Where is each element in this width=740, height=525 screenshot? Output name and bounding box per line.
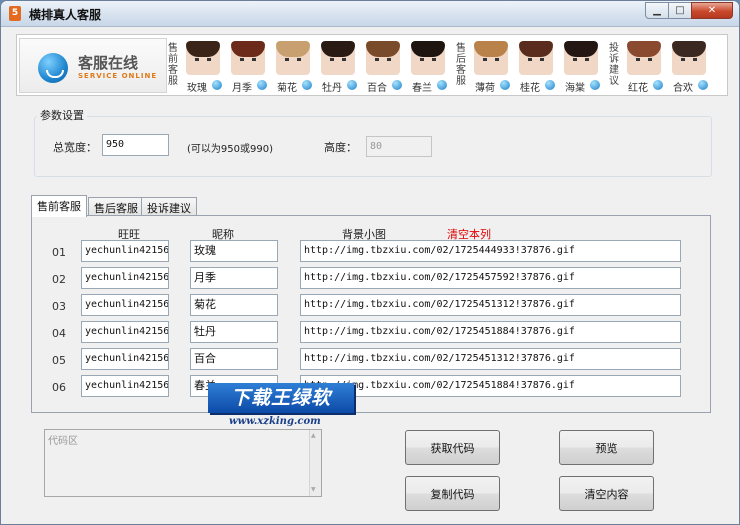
banner-group-label: 投诉建议 [609,43,619,87]
online-status-icon [653,80,663,90]
get-code-button[interactable]: 获取代码 [405,430,500,465]
nickname-input[interactable]: 牡丹 [190,321,278,343]
width-hint: (可以为950或990) [187,144,273,155]
row-number: 02 [52,273,66,286]
nickname-input[interactable]: 玫瑰 [190,240,278,262]
row-number: 01 [52,246,66,259]
online-status-icon [545,80,555,90]
banner-agent[interactable]: 菊花 [273,41,313,94]
watermark-logo: 下载王绿软 [208,383,354,413]
bg-image-url-input[interactable]: http://img.tbzxiu.com/02/1725451312!3787… [300,348,681,370]
row-number: 06 [52,381,66,394]
agent-avatar [672,41,706,75]
wangwang-input[interactable]: yechunlin421566 [81,267,169,289]
total-width-input[interactable]: 950 [102,134,169,156]
bg-image-url-input[interactable]: http://img.tbzxiu.com/02/1725444933!3787… [300,240,681,262]
total-width-label: 总宽度： [53,141,97,154]
row-number: 04 [52,327,66,340]
banner-agent[interactable]: 薄荷 [471,41,511,94]
height-label: 高度： [324,141,357,154]
logo-subtitle: SERVICE ONLINE [78,72,158,80]
preview-button[interactable]: 预览 [559,430,654,465]
title-bar[interactable]: 5 横排真人客服 ▁ □ ✕ [1,1,739,27]
html5-app-icon: 5 [9,6,21,21]
scroll-down-arrow-icon[interactable]: ▼ [311,486,316,493]
window-title: 横排真人客服 [29,8,102,22]
banner-agent[interactable]: 百合 [363,41,403,94]
copy-code-button[interactable]: 复制代码 [405,476,500,511]
wangwang-input[interactable]: yechunlin421566 [81,294,169,316]
main-window: 5 横排真人客服 ▁ □ ✕ 客服在线 SERVICE ONLINE 售前客服玫… [0,0,740,525]
service-banner-preview: 客服在线 SERVICE ONLINE 售前客服 玫瑰 月季 菊花 牡丹 百合 春兰 售后客服… [16,34,728,96]
row-number: 05 [52,354,66,367]
wangwang-input[interactable]: yechunlin421566 [81,348,169,370]
code-textarea[interactable]: 代码区 ▲ ▼ [44,429,322,497]
online-status-icon [392,80,402,90]
bg-image-url-input[interactable]: http://img.tbzxiu.com/02/1725457592!3787… [300,267,681,289]
close-button[interactable]: ✕ [691,2,733,19]
agent-avatar [186,41,220,75]
wangwang-input[interactable]: yechunlin421566 [81,321,169,343]
code-area-placeholder: 代码区 [48,436,78,447]
banner-agent[interactable]: 玫瑰 [183,41,223,94]
agent-avatar [564,41,598,75]
minimize-button[interactable]: ▁ [645,2,669,19]
banner-agent[interactable]: 桂花 [516,41,556,94]
service-online-logo: 客服在线 SERVICE ONLINE [19,38,167,93]
banner-agent[interactable]: 海棠 [561,41,601,94]
agent-avatar [627,41,661,75]
wangwang-input[interactable]: yechunlin421566 [81,375,169,397]
banner-agent[interactable]: 合欢 [669,41,709,94]
bg-image-url-input[interactable]: http://img.tbzxiu.com/02/1725451884!3787… [300,321,681,343]
nickname-input[interactable]: 菊花 [190,294,278,316]
height-input: 80 [366,136,432,157]
agent-avatar [474,41,508,75]
online-status-icon [698,80,708,90]
banner-group-label: 售后客服 [456,43,466,87]
banner-group-label: 售前客服 [168,43,178,87]
tab-aftersale[interactable]: 售后客服 [88,197,144,216]
online-status-icon [257,80,267,90]
agent-avatar [276,41,310,75]
watermark-url: www.xzking.com [229,416,321,427]
scroll-up-arrow-icon[interactable]: ▲ [311,432,316,439]
online-status-icon [590,80,600,90]
online-status-icon [302,80,312,90]
online-status-icon [500,80,510,90]
bg-image-url-input[interactable]: http://img.tbzxiu.com/02/1725451312!3787… [300,294,681,316]
banner-agent[interactable]: 春兰 [408,41,448,94]
online-status-icon [347,80,357,90]
window-controls: ▁ □ ✕ [645,2,733,20]
agent-avatar [321,41,355,75]
online-status-icon [437,80,447,90]
agent-avatar [366,41,400,75]
agent-avatar [519,41,553,75]
params-group-title: 参数设置 [37,107,87,123]
wangwang-input[interactable]: yechunlin421566 [81,240,169,262]
online-status-icon [212,80,222,90]
code-area-scrollbar[interactable]: ▲ ▼ [309,430,321,496]
agent-avatar [411,41,445,75]
bg-image-url-input[interactable]: http://img.tbzxiu.com/02/1725451884!3787… [300,375,681,397]
agent-avatar [231,41,265,75]
chat-bubble-icon [38,53,68,83]
tab-complaints[interactable]: 投诉建议 [141,197,197,216]
nickname-input[interactable]: 月季 [190,267,278,289]
clear-content-button[interactable]: 清空内容 [559,476,654,511]
maximize-button[interactable]: □ [668,2,692,19]
logo-title: 客服在线 [78,54,139,72]
banner-agent[interactable]: 月季 [228,41,268,94]
tab-presale[interactable]: 售前客服 [31,195,87,217]
banner-agent[interactable]: 红花 [624,41,664,94]
row-number: 03 [52,300,66,313]
banner-agent[interactable]: 牡丹 [318,41,358,94]
nickname-input[interactable]: 百合 [190,348,278,370]
